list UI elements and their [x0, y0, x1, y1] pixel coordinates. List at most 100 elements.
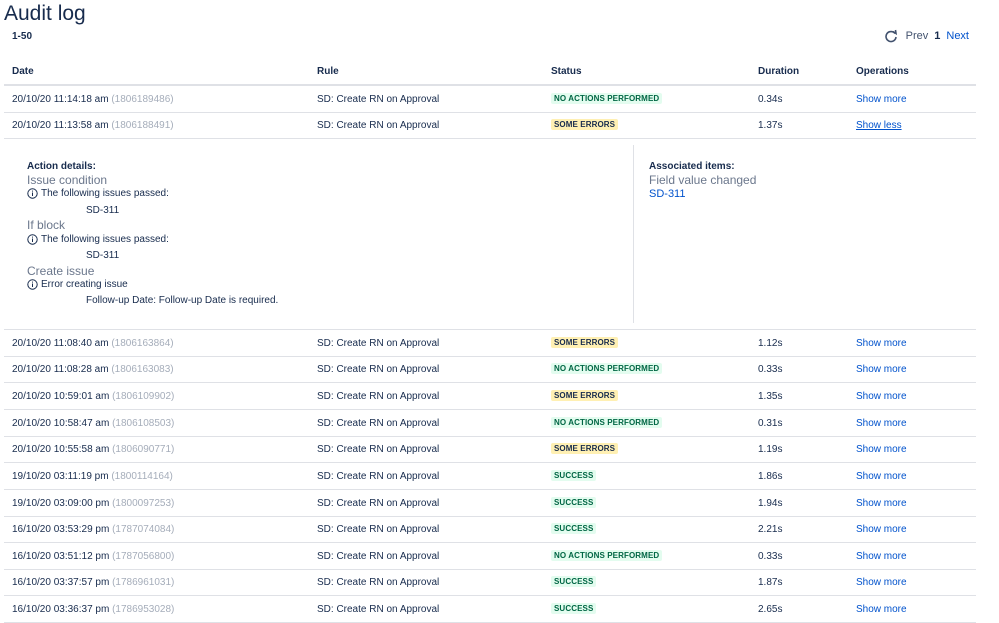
row-date: 20/10/20 11:13:58 am (1806188491)	[12, 120, 174, 131]
next-page-link[interactable]: Next	[946, 30, 969, 42]
row-date: 16/10/20 03:51:12 pm (1787056800)	[12, 551, 175, 562]
action-details-panel: Action details: Issue condition The foll…	[4, 139, 976, 330]
table-row: 20/10/20 11:13:58 am (1806188491) SD: Cr…	[4, 112, 976, 139]
row-date: 19/10/20 03:09:00 pm (1800097253)	[12, 498, 175, 509]
column-operations: Operations	[856, 66, 909, 77]
table-row: 16/10/20 03:51:12 pm (1787056800) SD: Cr…	[4, 543, 976, 570]
status-badge: SOME ERRORS	[551, 337, 619, 348]
row-date: 20/10/20 11:08:28 am (1806163083)	[12, 364, 174, 375]
table-row: 20/10/20 10:55:58 am (1806090771) SD: Cr…	[4, 436, 976, 463]
table-row: 19/10/20 03:11:19 pm (1800114164) SD: Cr…	[4, 463, 976, 490]
results-range: 1-50	[12, 31, 33, 42]
column-duration: Duration	[758, 66, 800, 77]
row-date: 20/10/20 10:59:01 am (1806109902)	[12, 391, 175, 402]
show-more-link[interactable]: Show more	[856, 524, 907, 535]
row-date: 20/10/20 11:08:40 am (1806163864)	[12, 338, 174, 349]
associated-issue-link[interactable]: SD-311	[649, 188, 685, 200]
show-more-link[interactable]: Show more	[856, 577, 907, 588]
show-more-link[interactable]: Show more	[856, 551, 907, 562]
row-rule: SD: Create RN on Approval	[317, 338, 440, 349]
row-status: SOME ERRORS	[551, 119, 619, 130]
section-title: Create issue	[27, 264, 95, 278]
status-badge: SUCCESS	[551, 523, 597, 534]
row-rule: SD: Create RN on Approval	[317, 120, 440, 131]
status-badge: NO ACTIONS PERFORMED	[551, 363, 663, 374]
section-message: The following issues passed:	[27, 188, 169, 199]
status-badge: NO ACTIONS PERFORMED	[551, 93, 663, 104]
pagination: Prev 1 Next	[884, 29, 969, 43]
row-duration: 0.31s	[758, 418, 783, 429]
row-rule: SD: Create RN on Approval	[317, 471, 440, 482]
show-more-link[interactable]: Show more	[856, 338, 907, 349]
row-date: 20/10/20 11:14:18 am (1806189486)	[12, 94, 174, 105]
section-message: The following issues passed:	[27, 234, 169, 245]
table-row: 20/10/20 11:08:28 am (1806163083) SD: Cr…	[4, 356, 976, 383]
row-duration: 0.33s	[758, 551, 783, 562]
table-row: 20/10/20 11:14:18 am (1806189486) SD: Cr…	[4, 86, 976, 113]
row-rule: SD: Create RN on Approval	[317, 364, 440, 375]
show-more-link[interactable]: Show more	[856, 418, 907, 429]
status-badge: SUCCESS	[551, 470, 597, 481]
row-status: SUCCESS	[551, 497, 597, 508]
row-duration: 2.21s	[758, 524, 783, 535]
show-more-link[interactable]: Show more	[856, 498, 907, 509]
info-icon	[27, 279, 38, 290]
row-status: SUCCESS	[551, 603, 597, 614]
row-status: NO ACTIONS PERFORMED	[551, 93, 663, 104]
row-status: NO ACTIONS PERFORMED	[551, 417, 663, 428]
show-less-link[interactable]: Show less	[856, 120, 902, 131]
row-rule: SD: Create RN on Approval	[317, 418, 440, 429]
row-date: 16/10/20 03:37:57 pm (1786961031)	[12, 577, 175, 588]
table-row: 20/10/20 10:59:01 am (1806109902) SD: Cr…	[4, 383, 976, 410]
row-duration: 1.35s	[758, 391, 783, 402]
table-row: 16/10/20 03:37:57 pm (1786961031) SD: Cr…	[4, 569, 976, 596]
show-more-link[interactable]: Show more	[856, 391, 907, 402]
row-rule: SD: Create RN on Approval	[317, 604, 440, 615]
row-date: 19/10/20 03:11:19 pm (1800114164)	[12, 471, 173, 482]
row-duration: 0.34s	[758, 94, 783, 105]
row-status: SUCCESS	[551, 523, 597, 534]
row-status: NO ACTIONS PERFORMED	[551, 363, 663, 374]
row-duration: 1.87s	[758, 577, 783, 588]
row-status: SOME ERRORS	[551, 443, 619, 454]
table-row: 20/10/20 11:08:40 am (1806163864) SD: Cr…	[4, 330, 976, 357]
row-rule: SD: Create RN on Approval	[317, 444, 440, 455]
status-badge: SUCCESS	[551, 603, 597, 614]
row-status: SUCCESS	[551, 470, 597, 481]
table-header: Date Rule Status Duration Operations	[4, 58, 976, 86]
show-more-link[interactable]: Show more	[856, 364, 907, 375]
row-duration: 2.65s	[758, 604, 783, 615]
column-date: Date	[12, 66, 34, 77]
current-page: 1	[934, 30, 941, 42]
status-badge: SUCCESS	[551, 497, 597, 508]
show-more-link[interactable]: Show more	[856, 604, 907, 615]
show-more-link[interactable]: Show more	[856, 94, 907, 105]
column-status: Status	[551, 66, 582, 77]
row-status: NO ACTIONS PERFORMED	[551, 550, 663, 561]
status-badge: NO ACTIONS PERFORMED	[551, 417, 663, 428]
row-status: SOME ERRORS	[551, 337, 619, 348]
table-row: 16/10/20 03:36:37 pm (1786953028) SD: Cr…	[4, 596, 976, 623]
row-duration: 0.33s	[758, 364, 783, 375]
section-value: SD-311	[86, 205, 120, 216]
details-divider	[633, 145, 634, 323]
row-duration: 1.86s	[758, 471, 783, 482]
column-rule: Rule	[317, 66, 339, 77]
info-icon	[27, 234, 38, 245]
section-value: Follow-up Date: Follow-up Date is requir…	[86, 295, 279, 306]
row-rule: SD: Create RN on Approval	[317, 498, 440, 509]
status-badge: SOME ERRORS	[551, 443, 619, 454]
action-details-heading: Action details:	[27, 161, 96, 172]
row-duration: 1.12s	[758, 338, 783, 349]
row-date: 20/10/20 10:58:47 am (1806108503)	[12, 418, 175, 429]
status-badge: SOME ERRORS	[551, 390, 619, 401]
associated-item-label: Field value changed	[649, 173, 757, 187]
row-rule: SD: Create RN on Approval	[317, 94, 440, 105]
row-rule: SD: Create RN on Approval	[317, 551, 440, 562]
row-rule: SD: Create RN on Approval	[317, 391, 440, 402]
refresh-icon[interactable]	[884, 29, 898, 43]
section-message: Error creating issue	[27, 279, 128, 290]
show-more-link[interactable]: Show more	[856, 471, 907, 482]
show-more-link[interactable]: Show more	[856, 444, 907, 455]
prev-page-link[interactable]: Prev	[906, 30, 929, 42]
